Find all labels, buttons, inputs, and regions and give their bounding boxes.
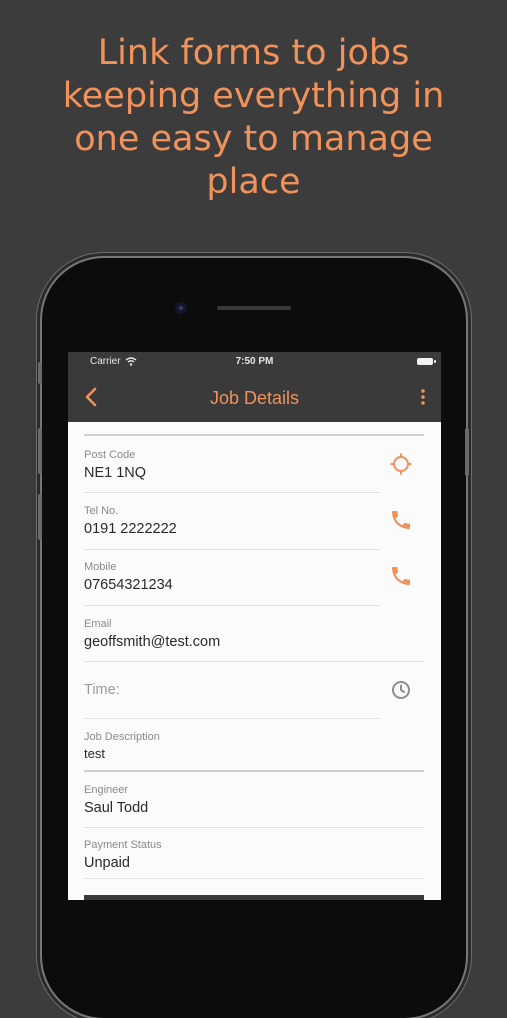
divider bbox=[84, 605, 380, 606]
headline-line-1: Link forms to jobs bbox=[97, 33, 410, 73]
status-time: 7:50 PM bbox=[235, 356, 274, 367]
bottom-action-bar[interactable] bbox=[84, 895, 424, 900]
post-code-label: Post Code bbox=[84, 449, 136, 461]
status-bar: Carrier 7:50 PM bbox=[68, 352, 441, 372]
engineer-label: Engineer bbox=[84, 784, 129, 796]
headline-line-4: place bbox=[206, 162, 301, 202]
tel-no-label: Tel No. bbox=[84, 505, 119, 517]
page-title: Job Details bbox=[209, 388, 300, 408]
tel-no-value: 0191 2222222 bbox=[84, 521, 177, 537]
divider bbox=[84, 718, 380, 719]
divider bbox=[84, 661, 424, 662]
payment-status-field[interactable]: Payment Status Unpaid bbox=[84, 838, 162, 872]
post-code-value: NE1 1NQ bbox=[84, 465, 147, 481]
battery-icon bbox=[417, 358, 436, 365]
email-field[interactable]: Email geoffsmith@test.com bbox=[84, 617, 220, 651]
divider bbox=[84, 770, 424, 772]
email-value: geoffsmith@test.com bbox=[84, 634, 221, 650]
divider bbox=[84, 878, 424, 879]
job-description-label: Job Description bbox=[84, 731, 160, 743]
promo-headline: Link forms to jobs keeping everything in… bbox=[0, 32, 507, 204]
more-options-button[interactable] bbox=[419, 388, 427, 406]
phone-speaker bbox=[217, 306, 291, 310]
divider bbox=[84, 827, 424, 828]
payment-status-label: Payment Status bbox=[84, 839, 162, 851]
phone-volume-down bbox=[38, 494, 42, 540]
post-code-field[interactable]: Post Code NE1 1NQ bbox=[84, 448, 146, 482]
job-description-field[interactable]: Job Description test bbox=[84, 730, 160, 763]
divider bbox=[84, 492, 380, 493]
engineer-field[interactable]: Engineer Saul Todd bbox=[84, 783, 148, 817]
time-field[interactable]: Time: bbox=[84, 682, 120, 698]
job-description-value: test bbox=[84, 746, 105, 761]
mobile-field[interactable]: Mobile 07654321234 bbox=[84, 560, 173, 594]
mobile-label: Mobile bbox=[84, 561, 117, 573]
tel-no-field[interactable]: Tel No. 0191 2222222 bbox=[84, 504, 177, 538]
headline-line-2: keeping everything in bbox=[62, 76, 445, 116]
phone-mute-switch bbox=[38, 362, 42, 384]
phone-power-button bbox=[465, 428, 469, 476]
divider bbox=[84, 549, 380, 550]
nav-bar: Job Details bbox=[68, 372, 441, 422]
location-target-icon[interactable] bbox=[389, 452, 413, 476]
headline-line-3: one easy to manage bbox=[74, 119, 433, 159]
mobile-value: 07654321234 bbox=[84, 577, 173, 593]
phone-volume-up bbox=[38, 428, 42, 474]
phone-icon[interactable] bbox=[389, 508, 413, 532]
clock-icon[interactable] bbox=[389, 678, 413, 702]
divider bbox=[84, 434, 424, 436]
engineer-value: Saul Todd bbox=[84, 800, 149, 816]
phone-camera bbox=[175, 302, 187, 314]
email-label: Email bbox=[84, 618, 112, 630]
more-vertical-icon bbox=[421, 389, 425, 405]
app-screen: Carrier 7:50 PM Job Details Post Code NE… bbox=[68, 352, 441, 900]
payment-status-value: Unpaid bbox=[84, 855, 130, 871]
phone-icon[interactable] bbox=[389, 564, 413, 588]
